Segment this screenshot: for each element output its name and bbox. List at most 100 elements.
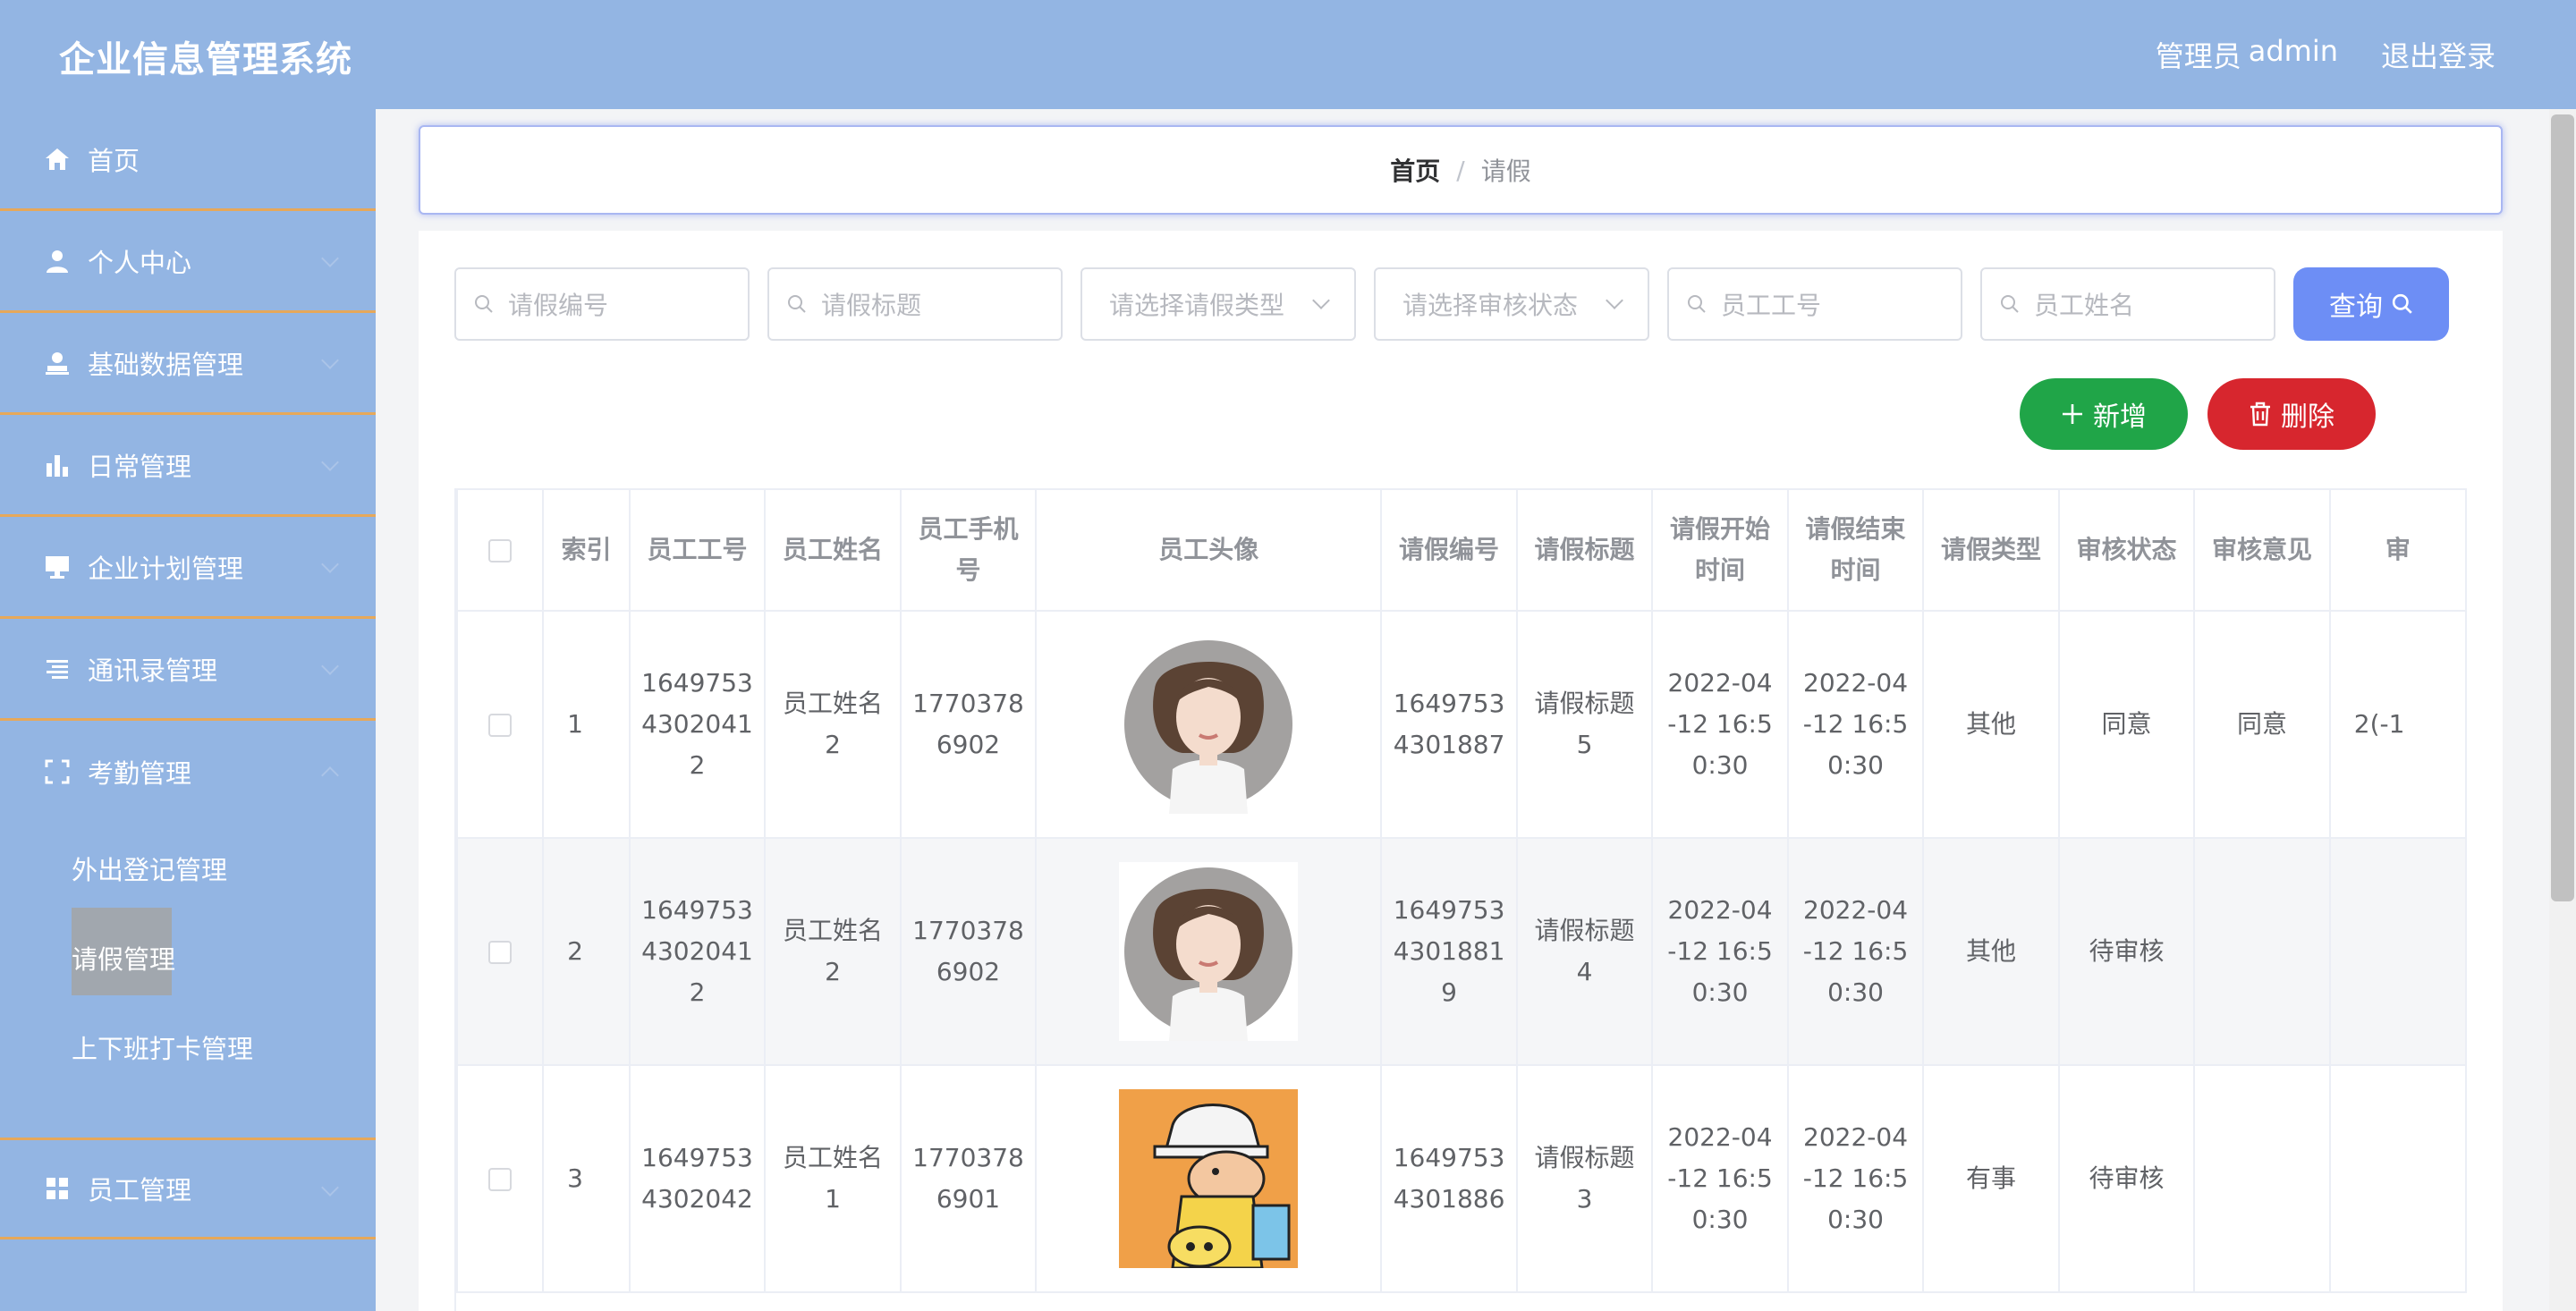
column-header[interactable]: 请假结束时间 [1786, 488, 1925, 612]
row-checkbox[interactable] [488, 1168, 513, 1191]
leave-type-select[interactable]: 请选择请假类型 [1080, 267, 1356, 341]
column-header[interactable]: 审 [2328, 488, 2467, 612]
table-row[interactable]: 2 16497534302041 2 员工姓名2 17703786902 164… [456, 837, 2467, 1066]
cell-end-time: 2022-04-12 16:50:30 [1786, 610, 1925, 839]
row-select-cell [456, 610, 545, 839]
leave-no-placeholder: 请假编号 [508, 291, 609, 320]
column-header[interactable]: 员工手机号 [899, 488, 1038, 612]
cell-start-time: 2022-04-12 16:50:30 [1651, 837, 1789, 1066]
cell-title: 请假标题5 [1515, 610, 1654, 839]
table-header-row: 索引 员工工号 员工姓名 员工手机号 员工头像 请假编号 请假标题 请假开始时间… [456, 488, 2467, 612]
top-header: 企业信息管理系统 管理员 admin 退出登录 [0, 0, 2576, 109]
delete-button[interactable]: 删除 [2207, 378, 2376, 450]
search-icon [788, 295, 806, 313]
select-all-cell [456, 488, 545, 612]
cell-audit-time [2328, 1064, 2467, 1293]
submenu-item-leave[interactable]: 请假管理 [72, 930, 175, 985]
chevron-down-icon [1312, 292, 1330, 309]
row-select-cell [456, 1064, 545, 1293]
row-checkbox[interactable] [488, 714, 513, 737]
select-all-checkbox[interactable] [488, 539, 513, 562]
audit-status-select[interactable]: 请选择审核状态 [1374, 267, 1649, 341]
sidebar-item-contacts[interactable]: 通讯录管理 [0, 619, 376, 721]
chevron-down-icon [321, 453, 339, 471]
chevron-down-icon [321, 250, 339, 267]
cell-opinion: 同意 [2193, 610, 2331, 839]
column-header[interactable]: 请假开始时间 [1651, 488, 1789, 612]
cell-end-time: 2022-04-12 16:50:30 [1786, 1064, 1925, 1293]
row-select-cell [456, 837, 545, 1066]
delete-button-label: 删除 [2281, 402, 2334, 433]
column-header[interactable]: 审核状态 [2057, 488, 2196, 612]
emp-no-placeholder: 员工工号 [1721, 291, 1822, 320]
sidebar: 首页 个人中心 基础数据管理 日常管理 企业计划管理 通讯录管理 考勤管理 外出… [0, 109, 376, 1311]
cell-emp-name: 员工姓名1 [764, 1064, 902, 1293]
chevron-up-icon [321, 766, 339, 784]
sidebar-item-plan[interactable]: 企业计划管理 [0, 517, 376, 619]
leave-type-placeholder: 请选择请假类型 [1109, 291, 1285, 320]
cell-end-time: 2022-04-12 16:50:30 [1786, 837, 1925, 1066]
sidebar-item-home[interactable]: 首页 [0, 109, 376, 211]
bar-chart-icon [43, 451, 72, 479]
breadcrumb-separator: / [1456, 155, 1465, 185]
sidebar-item-label: 员工管理 [88, 1175, 192, 1205]
chevron-down-icon [1606, 292, 1623, 309]
sidebar-item-daily[interactable]: 日常管理 [0, 415, 376, 517]
grid-icon [43, 1174, 72, 1203]
column-header[interactable]: 请假标题 [1515, 488, 1654, 612]
table-row[interactable]: 1 16497534302041 2 员工姓名2 17703786902 164… [456, 610, 2467, 839]
breadcrumb: 首页 / 请假 [419, 125, 2503, 215]
page-scrollbar-thumb[interactable] [2551, 114, 2574, 901]
cell-start-time: 2022-04-12 16:50:30 [1651, 610, 1789, 839]
leave-no-input[interactable]: 请假编号 [454, 267, 750, 341]
header-actions: 管理员 admin 退出登录 [2156, 34, 2496, 75]
logout-link[interactable]: 退出登录 [2381, 34, 2496, 75]
column-header[interactable]: 员工姓名 [764, 488, 902, 612]
cell-status: 待审核 [2057, 837, 2196, 1066]
sidebar-item-attendance[interactable]: 考勤管理 [0, 721, 376, 823]
table-row[interactable]: 3 16497534302042 员工姓名1 17703786901 16497… [456, 1064, 2467, 1293]
submenu-item-outing[interactable]: 外出登记管理 [72, 841, 227, 896]
column-header[interactable]: 请假编号 [1380, 488, 1518, 612]
sidebar-item-label: 基础数据管理 [88, 349, 244, 380]
plus-icon [2063, 404, 2082, 424]
sidebar-item-employee[interactable]: 员工管理 [0, 1138, 376, 1239]
search-icon [475, 295, 493, 313]
cell-emp-no: 16497534302041 2 [628, 837, 767, 1066]
cell-index: 2 [542, 837, 631, 1066]
leave-title-input[interactable]: 请假标题 [767, 267, 1063, 341]
chevron-down-icon [321, 555, 339, 573]
column-header[interactable]: 请假类型 [1922, 488, 2060, 612]
column-header[interactable]: 员工头像 [1035, 488, 1383, 612]
emp-no-input[interactable]: 员工工号 [1667, 267, 1962, 341]
avatar [1119, 635, 1298, 814]
cell-status: 待审核 [2057, 1064, 2196, 1293]
column-header[interactable]: 员工工号 [628, 488, 767, 612]
row-checkbox[interactable] [488, 941, 513, 964]
cell-leave-no: 16497534301887 [1380, 610, 1518, 839]
sidebar-item-personal-center[interactable]: 个人中心 [0, 211, 376, 313]
sidebar-item-base-data[interactable]: 基础数据管理 [0, 313, 376, 415]
trash-icon [2250, 402, 2270, 427]
fullscreen-icon [43, 757, 72, 786]
search-button-label: 查询 [2329, 292, 2383, 323]
submenu-item-clock-in[interactable]: 上下班打卡管理 [72, 1019, 253, 1075]
leave-title-placeholder: 请假标题 [821, 291, 922, 320]
cell-status: 同意 [2057, 610, 2196, 839]
search-icon [1688, 295, 1706, 313]
emp-name-input[interactable]: 员工姓名 [1980, 267, 2275, 341]
column-header[interactable]: 审核意见 [2193, 488, 2331, 612]
breadcrumb-home[interactable]: 首页 [1390, 152, 1440, 188]
chevron-down-icon [321, 351, 339, 369]
search-icon [2392, 293, 2412, 314]
search-button[interactable]: 查询 [2293, 267, 2449, 341]
chevron-down-icon [321, 657, 339, 675]
column-header[interactable]: 索引 [542, 488, 631, 612]
cell-avatar [1035, 837, 1383, 1066]
current-user[interactable]: 管理员 admin [2156, 34, 2338, 75]
cell-opinion [2193, 1064, 2331, 1293]
sidebar-item-label: 个人中心 [88, 247, 192, 278]
sidebar-item-label: 首页 [88, 145, 140, 176]
app-title: 企业信息管理系统 [59, 39, 352, 80]
add-button[interactable]: 新增 [2020, 378, 2188, 450]
